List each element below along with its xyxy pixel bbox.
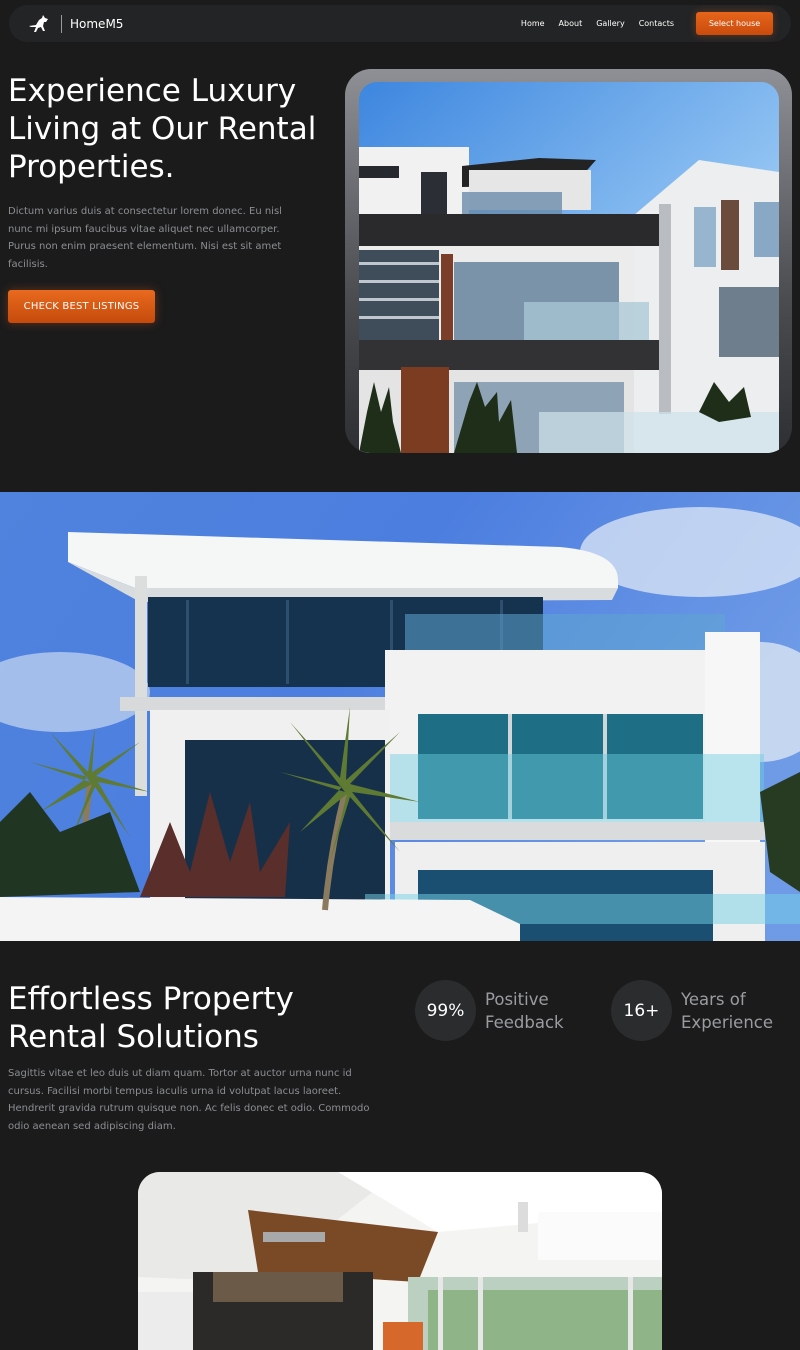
solutions-title: Effortless Property Rental Solutions	[8, 981, 294, 1055]
hero-title: Experience Luxury Living at Our Rental P…	[8, 73, 317, 185]
page: HomeM5 Home About Gallery Contacts Selec…	[0, 0, 800, 1350]
nav-link-home[interactable]: Home	[521, 19, 545, 28]
featured-house-image	[0, 492, 800, 941]
stat-value-circle: 16+	[611, 980, 672, 1041]
select-house-button[interactable]: Select house	[696, 12, 773, 35]
top-navbar: HomeM5 Home About Gallery Contacts Selec…	[9, 5, 791, 42]
hero-house-image	[359, 82, 779, 453]
nav-links: Home About Gallery Contacts	[521, 19, 674, 28]
hero-description: Dictum varius duis at consectetur lorem …	[8, 206, 282, 270]
hero-image-frame	[345, 69, 792, 453]
stat-label: Years of Experience	[681, 989, 774, 1032]
stat-experience: 16+ Years of Experience	[611, 980, 791, 1041]
nav-link-contacts[interactable]: Contacts	[639, 19, 674, 28]
interior-image	[138, 1172, 662, 1350]
stat-value-circle: 99%	[415, 980, 476, 1041]
solutions-description: Sagittis vitae et leo duis ut diam quam.…	[8, 1068, 370, 1132]
interior-illustration	[138, 1172, 662, 1350]
brand-name: HomeM5	[70, 16, 124, 31]
brand-logo[interactable]: HomeM5	[27, 14, 123, 34]
logo-divider	[61, 14, 62, 33]
nav-link-gallery[interactable]: Gallery	[596, 19, 625, 28]
stat-label: Positive Feedback	[485, 989, 564, 1032]
nav-link-about[interactable]: About	[559, 19, 583, 28]
horse-logo-icon	[29, 14, 48, 32]
featured-house-illustration	[0, 492, 800, 941]
stat-feedback: 99% Positive Feedback	[415, 980, 595, 1041]
check-listings-button[interactable]: CHECK BEST LISTINGS	[8, 290, 155, 323]
